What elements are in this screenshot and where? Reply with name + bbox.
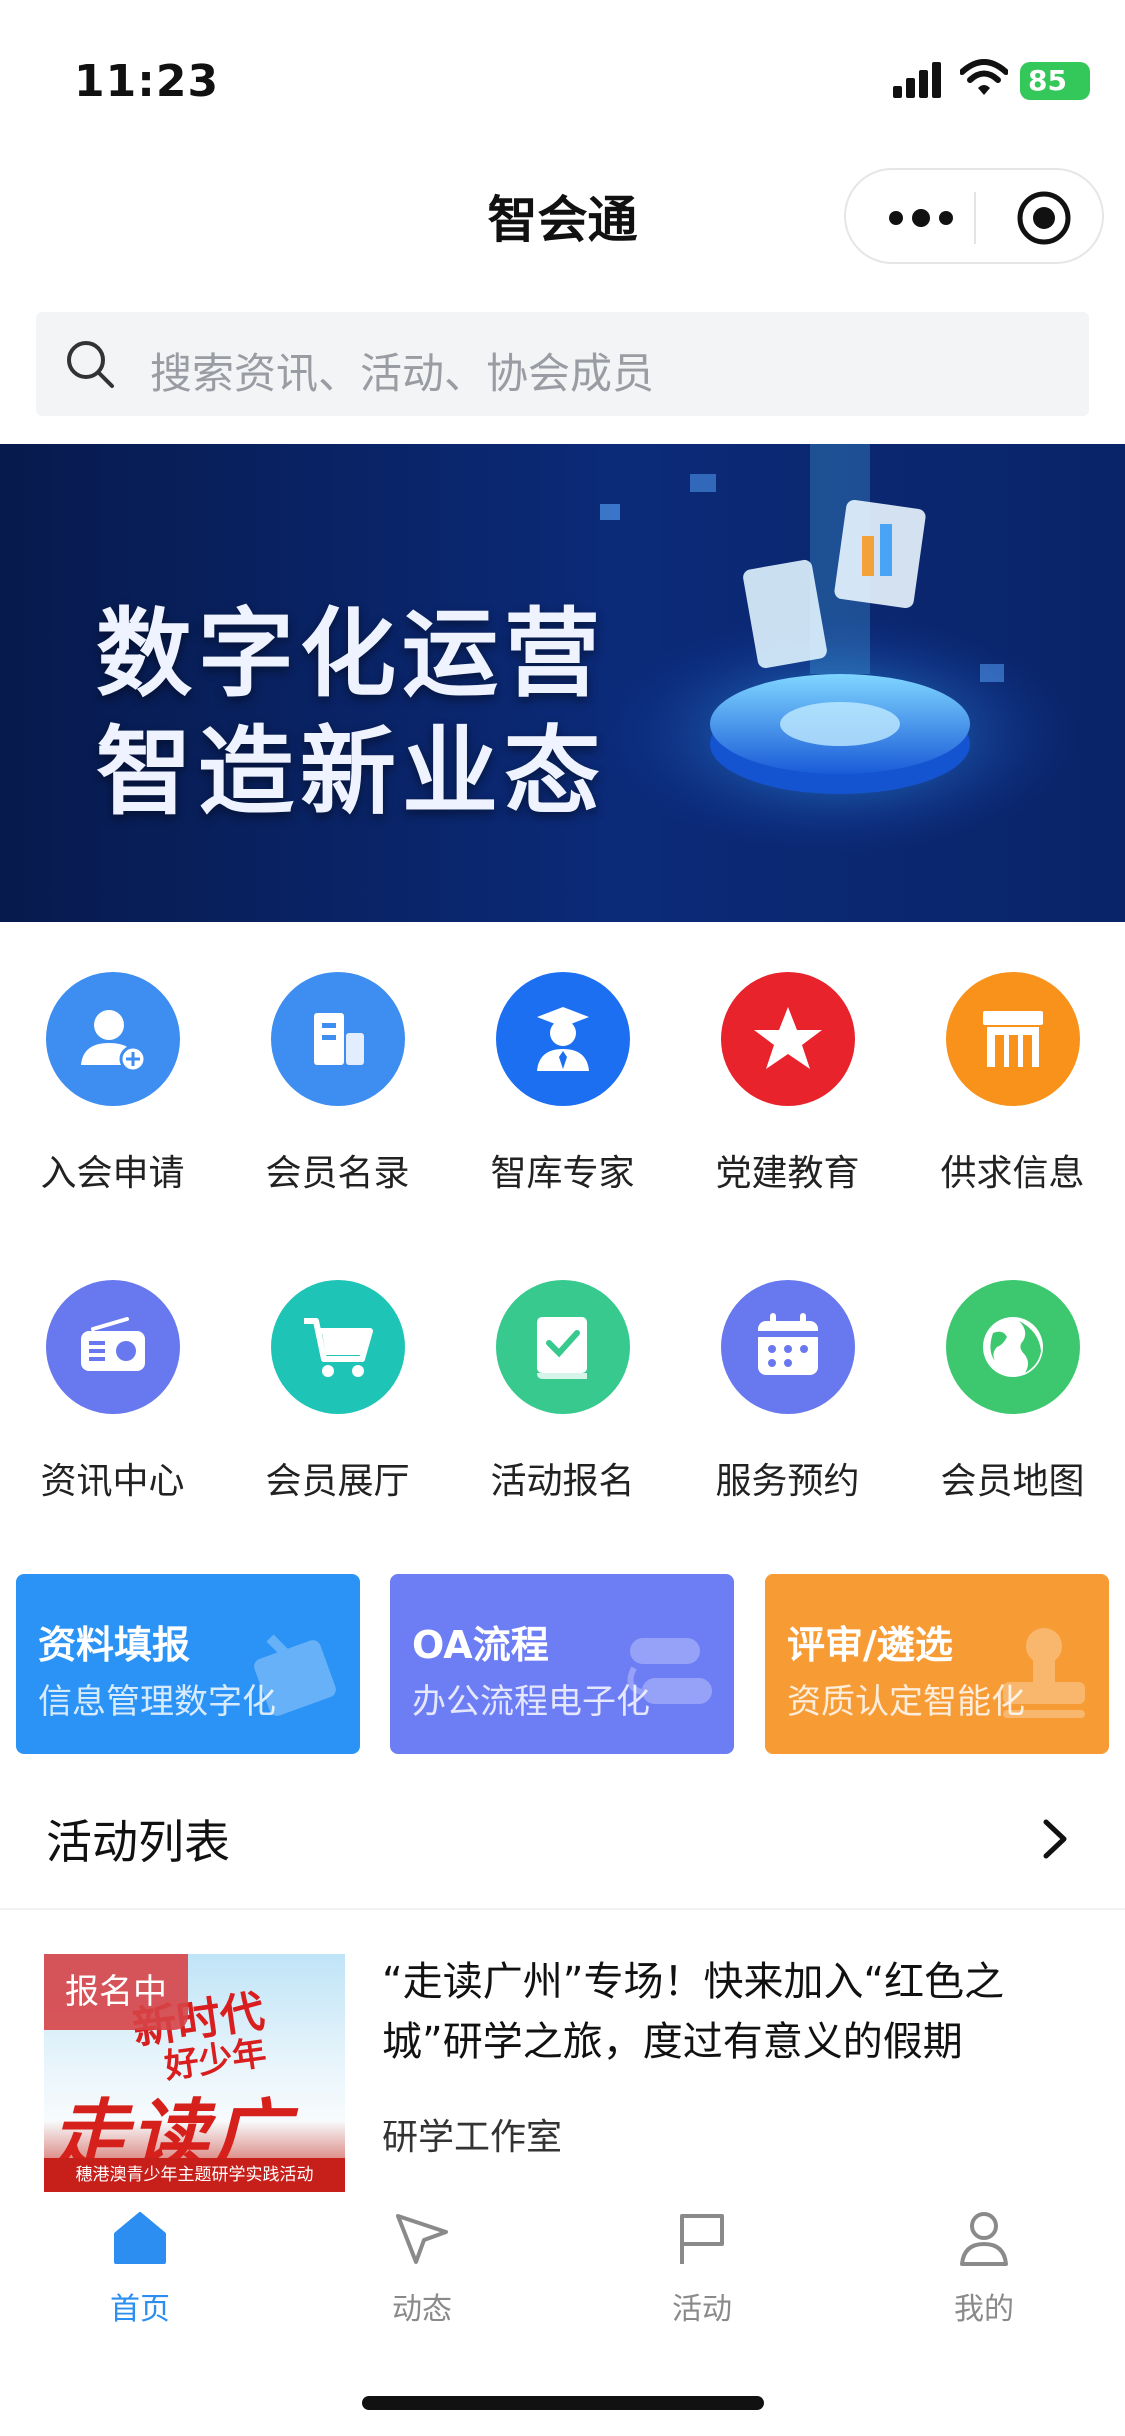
radio-icon xyxy=(46,1280,180,1414)
tab-feed[interactable]: 动态 xyxy=(342,2208,502,2338)
shop-icon xyxy=(946,972,1080,1106)
search-icon xyxy=(67,341,114,388)
expert-icon xyxy=(496,972,630,1106)
card-data-report[interactable]: 资料填报 信息管理数字化 xyxy=(16,1574,360,1754)
globe-icon xyxy=(946,1280,1080,1414)
stamp-icon xyxy=(1003,1628,1085,1718)
search-placeholder: 搜索资讯、活动、协会成员 xyxy=(150,349,655,398)
grid-label: 供求信息 xyxy=(940,1153,1085,1194)
grid-item-join[interactable]: 入会申请 xyxy=(0,972,225,1272)
grid-item-map[interactable]: 会员地图 xyxy=(900,1280,1125,1580)
grid-label: 智库专家 xyxy=(490,1153,635,1194)
pencil-ticket-icon xyxy=(254,1634,336,1716)
calendar-icon xyxy=(721,1280,855,1414)
grid-item-signup[interactable]: 活动报名 xyxy=(450,1280,675,1580)
data-platform-illustration xyxy=(600,444,1080,854)
mini-program-capsule xyxy=(844,168,1104,264)
cart-icon xyxy=(271,1280,405,1414)
divider xyxy=(0,1908,1125,1910)
grid-label: 会员地图 xyxy=(940,1461,1085,1502)
building-icon xyxy=(271,972,405,1106)
grid-item-supply[interactable]: 供求信息 xyxy=(900,972,1125,1272)
tab-label: 首页 xyxy=(110,2292,170,2327)
grid-item-booking[interactable]: 服务预约 xyxy=(675,1280,900,1580)
add-member-icon xyxy=(46,972,180,1106)
status-badge: 报名中 xyxy=(44,1954,188,2030)
tab-label: 活动 xyxy=(672,2292,732,2327)
promo-banner[interactable]: 数字化运营 智造新业态 xyxy=(0,444,1125,922)
card-title: 资料填报 xyxy=(38,1623,191,1667)
capsule-divider xyxy=(974,192,976,244)
banner-line-2: 智造新业态 xyxy=(96,716,606,828)
card-title: 评审/遴选 xyxy=(787,1623,953,1667)
grid-label: 党建教育 xyxy=(715,1153,860,1194)
grid-label: 入会申请 xyxy=(40,1153,185,1194)
grid-item-directory[interactable]: 会员名录 xyxy=(225,972,450,1272)
send-icon xyxy=(396,2214,448,2264)
more-icon[interactable] xyxy=(886,200,956,236)
grid-item-experts[interactable]: 智库专家 xyxy=(450,972,675,1272)
status-time: 11:23 xyxy=(74,56,220,107)
checklist-book-icon xyxy=(496,1280,630,1414)
grid-item-party[interactable]: 党建教育 xyxy=(675,972,900,1272)
tab-label: 动态 xyxy=(392,2292,452,2327)
close-target-icon[interactable] xyxy=(1016,190,1072,246)
grid-item-news[interactable]: 资讯中心 xyxy=(0,1280,225,1580)
user-icon xyxy=(960,2212,1008,2266)
flag-icon xyxy=(680,2214,724,2264)
grid-label: 服务预约 xyxy=(715,1461,860,1502)
chevron-right-icon[interactable] xyxy=(1038,1816,1072,1862)
tab-home[interactable]: 首页 xyxy=(60,2208,220,2338)
tab-events[interactable]: 活动 xyxy=(622,2208,782,2338)
grid-label: 会员名录 xyxy=(265,1153,410,1194)
thumb-strip-text: 穗港澳青少年主题研学实践活动 xyxy=(44,2158,345,2192)
home-icon xyxy=(114,2212,166,2264)
tab-label: 我的 xyxy=(954,2292,1014,2327)
grid-label: 会员展厅 xyxy=(265,1461,410,1502)
flow-icon xyxy=(627,1638,712,1704)
grid-item-showroom[interactable]: 会员展厅 xyxy=(225,1280,450,1580)
star-icon xyxy=(721,972,855,1106)
card-title: OA流程 xyxy=(412,1623,549,1667)
grid-label: 活动报名 xyxy=(490,1461,635,1502)
activity-title[interactable]: “走读广州”专场！快来加入“红色之城”研学之旅，度过有意义的假期 xyxy=(382,1952,1072,2072)
card-review[interactable]: 评审/遴选 资质认定智能化 xyxy=(765,1574,1109,1754)
activity-organizer: 研学工作室 xyxy=(382,2117,563,2158)
section-title: 活动列表 xyxy=(46,1815,230,1869)
card-oa-process[interactable]: OA流程 办公流程电子化 xyxy=(390,1574,734,1754)
wifi-icon xyxy=(959,58,1009,98)
grid-label: 资讯中心 xyxy=(40,1461,185,1502)
battery-icon: 85 xyxy=(1020,62,1090,100)
search-bar[interactable]: 搜索资讯、活动、协会成员 xyxy=(36,312,1089,416)
status-bar: 11:23 85 xyxy=(0,0,1125,150)
signal-icon xyxy=(893,62,943,98)
home-indicator xyxy=(362,2396,764,2410)
tab-me[interactable]: 我的 xyxy=(904,2208,1064,2338)
